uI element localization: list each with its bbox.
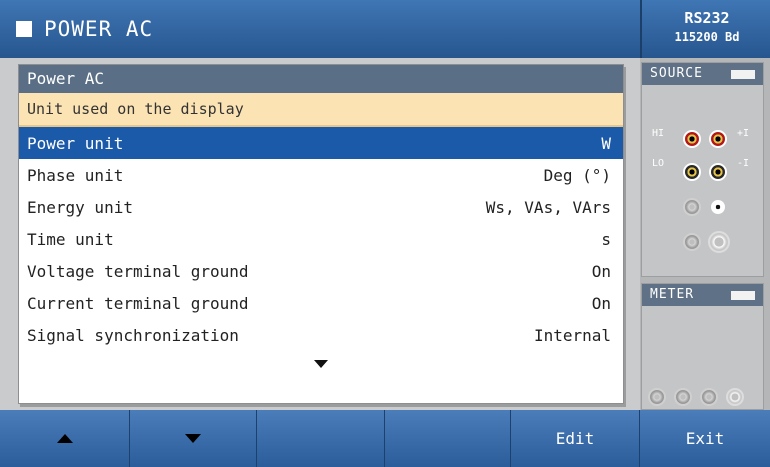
meter-terminal-icon: [648, 388, 666, 406]
setting-row-energy-unit[interactable]: Energy unit Ws, VAs, VArs: [19, 191, 623, 223]
meter-label: METER: [650, 287, 695, 302]
setting-label: Current terminal ground: [27, 293, 249, 313]
plus-current-label: +I: [737, 128, 750, 139]
gray-terminal-icon: [683, 233, 701, 251]
setting-value: On: [591, 261, 611, 281]
bottom-toolbar: Edit Exit: [0, 410, 770, 467]
title-bar: POWER AC: [0, 0, 640, 58]
hi-terminal-icon: [683, 130, 701, 148]
setting-value: On: [591, 293, 611, 313]
setting-label: Phase unit: [27, 165, 124, 185]
exit-button-label: Exit: [685, 429, 725, 448]
arrow-down-icon: [185, 434, 201, 443]
setting-row-power-unit[interactable]: Power unit W: [19, 127, 623, 159]
source-status-led: [731, 70, 755, 79]
empty-softkey-3[interactable]: [257, 410, 385, 467]
lo-terminal-icon: [683, 163, 701, 181]
dialog-title: Power AC: [19, 65, 623, 93]
setting-row-signal-synchronization[interactable]: Signal synchronization Internal: [19, 319, 623, 351]
setting-label: Power unit: [27, 133, 124, 153]
dialog-help-text: Unit used on the display: [19, 93, 623, 127]
meter-terminal-icon: [700, 388, 718, 406]
setting-value: Internal: [533, 325, 611, 345]
setting-row-time-unit[interactable]: Time unit s: [19, 223, 623, 255]
exit-button[interactable]: Exit: [640, 410, 770, 467]
lo-label: LO: [652, 158, 665, 169]
page-title: POWER AC: [44, 17, 154, 41]
meter-panel: METER: [641, 283, 764, 410]
baud-rate: 115200 Bd: [674, 30, 740, 44]
title-square-icon: [16, 21, 32, 37]
source-panel: SOURCE HI +I LO -I: [641, 62, 764, 277]
hi-label: HI: [652, 128, 665, 139]
setting-label: Voltage terminal ground: [27, 261, 249, 281]
source-label: SOURCE: [650, 66, 703, 81]
plus-current-terminal-icon: [709, 130, 727, 148]
setting-label: Energy unit: [27, 197, 133, 217]
setting-row-current-terminal-ground[interactable]: Current terminal ground On: [19, 287, 623, 319]
interface-name: RS232: [684, 9, 730, 27]
empty-softkey-4[interactable]: [385, 410, 511, 467]
setting-value: s: [601, 229, 611, 249]
setting-value: W: [601, 133, 611, 153]
scroll-down-button[interactable]: [130, 410, 257, 467]
settings-dialog: Power AC Unit used on the display Power …: [18, 64, 624, 404]
scroll-up-button[interactable]: [0, 410, 130, 467]
setting-row-voltage-terminal-ground[interactable]: Voltage terminal ground On: [19, 255, 623, 287]
setting-label: Time unit: [27, 229, 114, 249]
setting-value: Ws, VAs, VArs: [485, 197, 611, 217]
chevron-down-icon: [314, 360, 328, 368]
meter-connector-icon: [726, 388, 744, 406]
arrow-up-icon: [56, 434, 73, 443]
meter-status-led: [731, 291, 755, 300]
screen-frame: POWER AC RS232 115200 Bd Power AC Unit u…: [0, 0, 770, 467]
minus-current-terminal-icon: [709, 163, 727, 181]
setting-label: Signal synchronization: [27, 325, 239, 345]
edit-button-label: Edit: [555, 429, 595, 448]
interface-status: RS232 115200 Bd: [640, 0, 770, 58]
scroll-more-indicator[interactable]: [19, 360, 623, 386]
setting-row-phase-unit[interactable]: Phase unit Deg (°): [19, 159, 623, 191]
gray-terminal-icon: [683, 198, 701, 216]
bnc-connector-icon: [708, 231, 730, 253]
setting-value: Deg (°): [543, 165, 611, 185]
meter-terminal-icon: [674, 388, 692, 406]
source-header: SOURCE: [642, 63, 763, 85]
minus-current-label: -I: [737, 158, 750, 169]
edit-button[interactable]: Edit: [511, 410, 640, 467]
meter-header: METER: [642, 284, 763, 306]
ground-terminal-icon: [711, 200, 725, 214]
